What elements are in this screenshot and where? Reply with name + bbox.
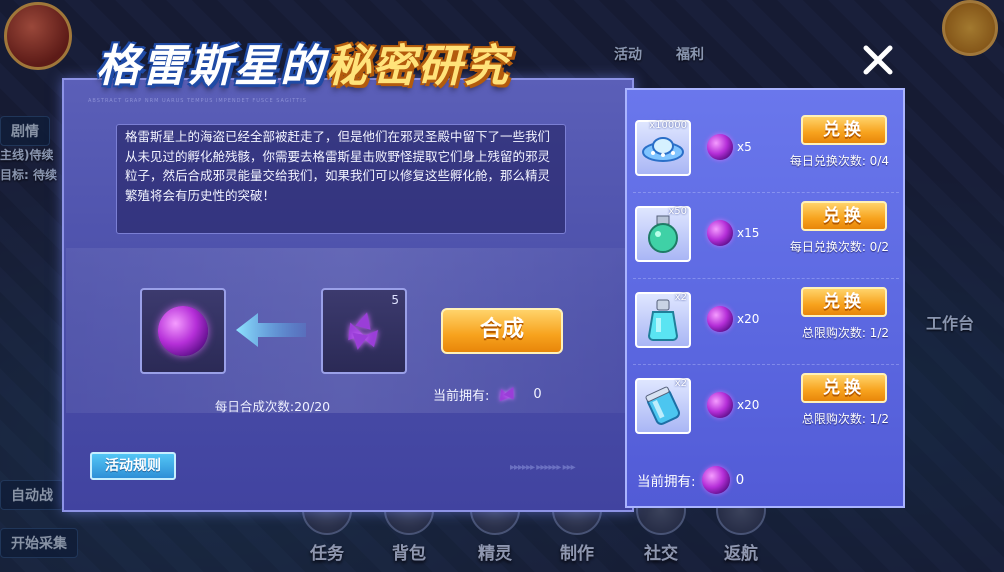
result-slot[interactable]	[140, 288, 226, 374]
evil-particle-small-icon	[495, 384, 519, 404]
owned-particles-value: 0	[533, 386, 542, 402]
owned-particles-label: 当前拥有:	[433, 388, 490, 404]
exchange-limit: 每日兑换次数: 0/4	[789, 154, 889, 168]
evil-particle-icon	[339, 308, 389, 358]
story-text: 格雷斯星上的海盗已经全部被赶走了，但是他们在邪灵圣殿中留下了一些我们从未见过的孵…	[116, 124, 566, 234]
exchange-limit: 总限购次数: 1/2	[801, 326, 889, 340]
exchange-limit: 总限购次数: 1/2	[801, 412, 889, 426]
ufo-icon[interactable]: x10000	[635, 120, 691, 176]
close-icon[interactable]	[858, 40, 898, 80]
exchange-cost: x20	[707, 392, 759, 418]
exchange-cost: x20	[707, 306, 759, 332]
arrow-left-icon	[236, 313, 306, 347]
item-quantity-tag: x50	[668, 206, 687, 217]
evil-energy-orb-icon	[158, 306, 208, 356]
evil-energy-orb-icon	[701, 466, 730, 494]
blue-jar-icon[interactable]: x2	[635, 378, 691, 434]
item-quantity-tag: x10000	[649, 120, 687, 131]
evil-energy-orb-icon	[707, 134, 733, 160]
exchange-cost-value: x20	[737, 312, 760, 326]
exchange-row: x2 x20 兑换 总限购次数: 1/2	[633, 370, 899, 450]
exchange-cost-value: x20	[737, 398, 760, 412]
exchange-row: x50 x15 兑换 每日兑换次数: 0/2	[633, 198, 899, 279]
exchange-cost: x15	[707, 220, 759, 246]
exchange-cost-value: x15	[737, 226, 760, 240]
decorative-caption: ABSTRACT GRAP NRM UARUS TEMPUS IMPENDET …	[88, 98, 307, 104]
event-rules-button[interactable]: 活动规则	[90, 452, 176, 480]
cyan-bottle-icon[interactable]: x2	[635, 292, 691, 348]
synthesize-button[interactable]: 合成	[441, 308, 563, 354]
exchange-cost: x5	[707, 134, 752, 160]
modal-title: 格雷斯星的秘密研究	[96, 30, 510, 92]
item-quantity-tag: x2	[674, 292, 687, 303]
evil-energy-orb-icon	[707, 306, 733, 332]
green-potion-icon[interactable]: x50	[635, 206, 691, 262]
modal-title-part1: 格雷斯星的	[96, 41, 326, 92]
decorative-arrows: ▸▸▸▸▸▸ ▸▸▸▸▸▸ ▸▸▸	[510, 462, 576, 473]
modal-title-part2: 秘密研究	[326, 41, 510, 92]
evil-energy-orb-icon	[707, 392, 733, 418]
owned-energy-label: 当前拥有:	[637, 474, 696, 490]
daily-synth-limit: 每日合成次数:20/20	[214, 399, 331, 414]
owned-particles: 当前拥有: 0	[433, 384, 542, 404]
exchange-cost-value: x5	[737, 140, 752, 154]
exchange-row: x2 x20 兑换 总限购次数: 1/2	[633, 284, 899, 365]
exchange-button[interactable]: 兑换	[801, 373, 887, 403]
exchange-panel: x10000 x5 兑换 每日兑换次数: 0/4 x50 x15 兑换 每日兑换…	[625, 88, 905, 508]
exchange-button[interactable]: 兑换	[801, 115, 887, 145]
owned-energy-value: 0	[735, 472, 745, 488]
item-quantity-tag: x2	[674, 378, 687, 389]
exchange-button[interactable]: 兑换	[801, 287, 887, 317]
exchange-limit: 每日兑换次数: 0/2	[789, 240, 889, 254]
exchange-row: x10000 x5 兑换 每日兑换次数: 0/4	[633, 112, 899, 193]
material-count: 5	[391, 293, 399, 307]
owned-energy: 当前拥有: 0	[637, 466, 744, 494]
evil-energy-orb-icon	[707, 220, 733, 246]
material-slot[interactable]: 5	[321, 288, 407, 374]
exchange-button[interactable]: 兑换	[801, 201, 887, 231]
